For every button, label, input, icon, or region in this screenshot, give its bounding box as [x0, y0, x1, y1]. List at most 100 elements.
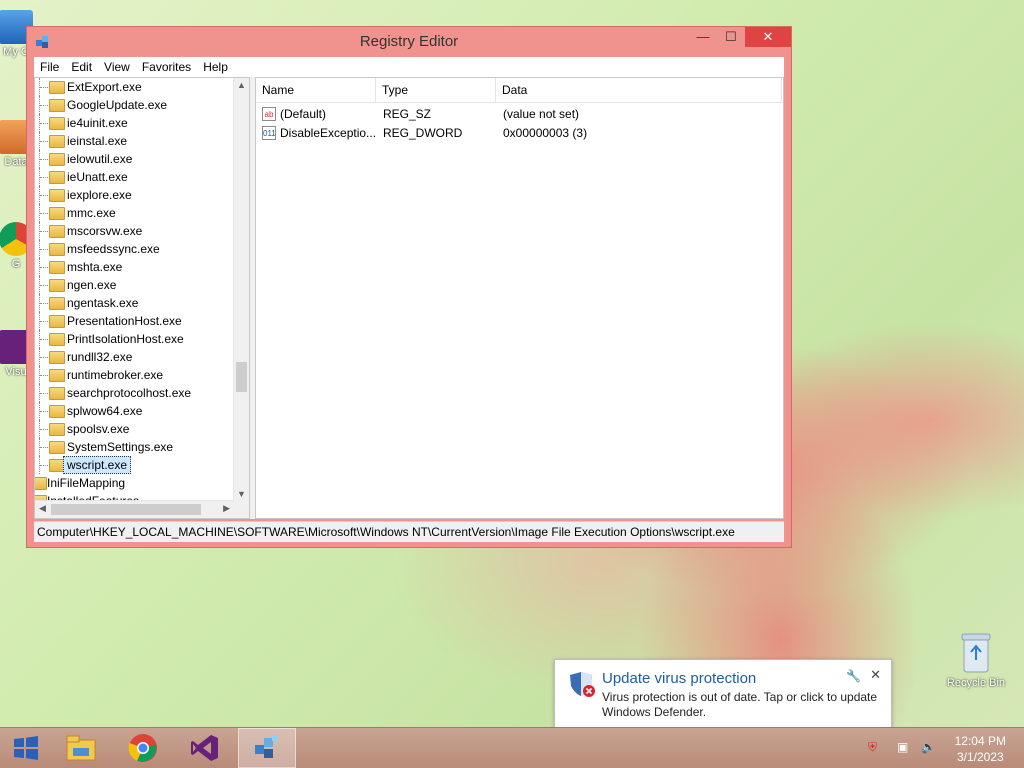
- tree-item-label: ie4uinit.exe: [67, 116, 128, 130]
- tree-item-label: ieinstal.exe: [67, 134, 128, 148]
- tree-horizontal-scrollbar[interactable]: ◀ ▶: [35, 500, 234, 518]
- menu-file[interactable]: File: [34, 60, 65, 74]
- tree-item-label: IniFileMapping: [47, 476, 126, 490]
- defender-shield-icon: [570, 672, 595, 697]
- folder-icon: [49, 207, 65, 220]
- tree-item[interactable]: PrintIsolationHost.exe: [35, 330, 234, 348]
- menu-favorites[interactable]: Favorites: [136, 60, 197, 74]
- file-explorer-icon: [66, 735, 96, 761]
- tree-item-label: ieUnatt.exe: [67, 170, 128, 184]
- folder-icon: [49, 351, 65, 364]
- tree-item-label: mshta.exe: [67, 260, 123, 274]
- tree-item[interactable]: iexplore.exe: [35, 186, 234, 204]
- notification-title: Update virus protection: [602, 670, 757, 687]
- tree-item[interactable]: rundll32.exe: [35, 348, 234, 366]
- tree-item[interactable]: runtimebroker.exe: [35, 366, 234, 384]
- tree-item[interactable]: ieUnatt.exe: [35, 168, 234, 186]
- menu-edit[interactable]: Edit: [65, 60, 98, 74]
- tree-item-parent[interactable]: IniFileMapping: [35, 474, 234, 492]
- tree-item[interactable]: mscorsvw.exe: [35, 222, 234, 240]
- minimize-button[interactable]: —: [689, 27, 717, 47]
- settings-wrench-icon[interactable]: 🔧: [846, 669, 861, 683]
- menu-help[interactable]: Help: [197, 60, 234, 74]
- volume-icon[interactable]: 🔈: [921, 740, 936, 754]
- tree-item[interactable]: ie4uinit.exe: [35, 114, 234, 132]
- taskbar-chrome[interactable]: [117, 728, 169, 768]
- clock-time: 12:04 PM: [954, 734, 1006, 748]
- notification-close-icon[interactable]: ✕: [870, 667, 881, 683]
- tree-item-label: runtimebroker.exe: [67, 368, 164, 382]
- column-name[interactable]: Name: [256, 78, 376, 102]
- tree-item-label: ngen.exe: [67, 278, 117, 292]
- tree-item-label: rundll32.exe: [67, 350, 133, 364]
- tree-item[interactable]: ngentask.exe: [35, 294, 234, 312]
- folder-icon: [49, 171, 65, 184]
- folder-icon: [49, 297, 65, 310]
- tree-item[interactable]: mshta.exe: [35, 258, 234, 276]
- folder-icon: [49, 225, 65, 238]
- list-row[interactable]: ab (Default) REG_SZ (value not set): [256, 105, 783, 124]
- desktop-icon-label: Data: [4, 156, 28, 168]
- clock[interactable]: 12:04 PM 3/1/2023: [955, 733, 1006, 765]
- maximize-button[interactable]: ☐: [717, 27, 745, 47]
- scroll-left-icon[interactable]: ◀: [39, 503, 46, 514]
- desktop-icon-label: My C: [3, 46, 29, 58]
- binary-value-icon: 011: [262, 126, 276, 140]
- tree-item-label: searchprotocolhost.exe: [67, 386, 192, 400]
- clock-date: 3/1/2023: [956, 750, 1004, 764]
- value-type: REG_DWORD: [383, 126, 463, 140]
- defender-tray-icon[interactable]: ⛨: [868, 740, 877, 755]
- defender-notification[interactable]: Update virus protection Virus protection…: [554, 659, 892, 729]
- desktop-icon-label: G: [11, 258, 21, 270]
- folder-icon: [49, 189, 65, 202]
- tree-vertical-scrollbar[interactable]: ▲ ▼: [233, 78, 249, 501]
- desktop-icon-recycle-bin[interactable]: Recycle Bin: [940, 630, 1012, 689]
- scroll-corner: [234, 501, 249, 518]
- scroll-down-icon[interactable]: ▼: [234, 489, 249, 499]
- tree-item[interactable]: ngen.exe: [35, 276, 234, 294]
- taskbar-file-explorer[interactable]: [55, 728, 107, 768]
- network-icon[interactable]: ▣: [897, 740, 908, 754]
- tree-item[interactable]: searchprotocolhost.exe: [35, 384, 234, 402]
- tree-item-label: ielowutil.exe: [67, 152, 133, 166]
- folder-icon: [35, 477, 47, 490]
- folder-icon: [49, 405, 65, 418]
- tree-item[interactable]: GoogleUpdate.exe: [35, 96, 234, 114]
- column-data[interactable]: Data: [496, 78, 782, 102]
- scroll-up-icon[interactable]: ▲: [234, 80, 249, 90]
- folder-icon: [49, 135, 65, 148]
- tree-item[interactable]: PresentationHost.exe: [35, 312, 234, 330]
- scroll-right-icon[interactable]: ▶: [223, 503, 230, 514]
- list-row[interactable]: 011 DisableExceptio... REG_DWORD 0x00000…: [256, 124, 783, 143]
- value-name: DisableExceptio...: [280, 126, 377, 140]
- chrome-icon: [128, 734, 157, 762]
- tree-item[interactable]: ExtExport.exe: [35, 78, 234, 96]
- taskbar-visual-studio[interactable]: [179, 728, 231, 768]
- tree-item[interactable]: ieinstal.exe: [35, 132, 234, 150]
- tree-item-label: wscript.exe: [63, 456, 132, 474]
- tree-item[interactable]: ielowutil.exe: [35, 150, 234, 168]
- close-button[interactable]: ✕: [745, 27, 791, 47]
- title-bar[interactable]: Registry Editor — ☐ ✕: [27, 27, 791, 55]
- tree-item-selected[interactable]: wscript.exe: [35, 456, 234, 474]
- column-type[interactable]: Type: [376, 78, 496, 102]
- folder-icon: [49, 279, 65, 292]
- start-button[interactable]: [0, 728, 52, 768]
- folder-icon: [49, 117, 65, 130]
- tree-item[interactable]: msfeedssync.exe: [35, 240, 234, 258]
- tree-hscroll-thumb[interactable]: [51, 504, 201, 515]
- window-title: Registry Editor: [359, 33, 459, 50]
- values-list: Name Type Data ab (Default) REG_SZ (valu…: [255, 77, 784, 519]
- tree-item[interactable]: SystemSettings.exe: [35, 438, 234, 456]
- recycle-bin-icon: [961, 633, 991, 673]
- notification-body: Virus protection is out of date. Tap or …: [602, 690, 878, 719]
- tree-scroll-thumb[interactable]: [236, 362, 247, 392]
- folder-icon: [49, 81, 65, 94]
- menu-view[interactable]: View: [98, 60, 136, 74]
- tree-item[interactable]: mmc.exe: [35, 204, 234, 222]
- tree-item[interactable]: splwow64.exe: [35, 402, 234, 420]
- tree-item[interactable]: spoolsv.exe: [35, 420, 234, 438]
- taskbar-registry-editor[interactable]: [238, 728, 296, 768]
- folder-icon: [49, 333, 65, 346]
- value-name: (Default): [280, 107, 327, 121]
